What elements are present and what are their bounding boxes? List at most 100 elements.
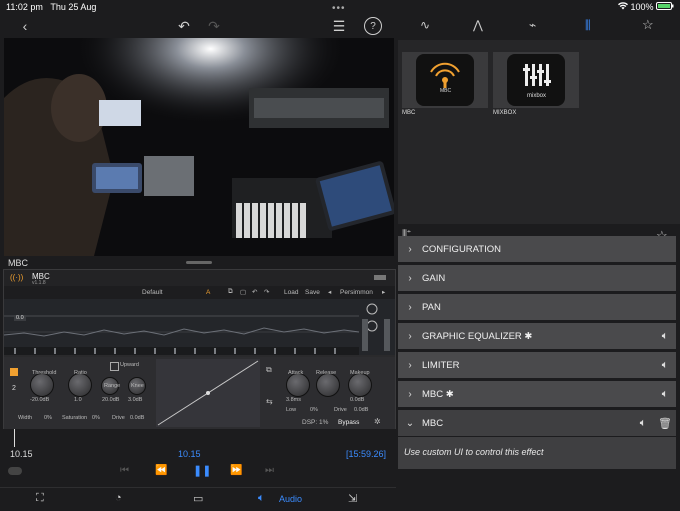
redo-icon[interactable]: ↷ (204, 17, 224, 35)
width-value: 0% (44, 415, 52, 421)
chevron-right-icon: › (408, 388, 412, 400)
speaker-icon[interactable]: 🔈︎ (654, 388, 676, 401)
favorites-tab-icon[interactable]: ☆ (642, 17, 654, 33)
copy-icon[interactable]: ⧉ (228, 288, 233, 296)
link-icon[interactable]: ⧉ (266, 365, 272, 375)
resize-handle[interactable] (186, 261, 212, 264)
brand-label: Persimmon (340, 289, 373, 296)
spectrum-svg (3, 299, 395, 355)
multitask-dots[interactable]: ••• (332, 3, 346, 14)
threshold-label: Threshold (32, 370, 57, 376)
studio-photo (4, 38, 394, 256)
audio-icon[interactable]: 🔈︎ (258, 492, 265, 505)
low-value: 0% (310, 407, 318, 413)
loop-toggle[interactable] (8, 467, 22, 475)
plugin-caption-mixbox: MIXBOX (493, 110, 517, 116)
forward-icon[interactable]: ⏩ (230, 465, 242, 476)
makeup-knob[interactable] (348, 373, 372, 397)
preset-a-button[interactable]: A (206, 289, 210, 296)
skip-start-icon[interactable]: ⏮ (120, 465, 129, 476)
effect-row-label: CONFIGURATION (422, 243, 501, 255)
save-button[interactable]: Save (305, 289, 320, 296)
gain-value[interactable]: 0.0 (14, 315, 26, 321)
effects-tab-icon[interactable]: ⫼ (585, 18, 591, 33)
effect-row-mbc-1[interactable]: › MBC ✱ 🔈︎ (398, 381, 676, 407)
settings-icon[interactable]: ✲ (374, 417, 381, 426)
spectrum-graph[interactable]: 0.0 (3, 299, 395, 355)
time-center: 10.15 (178, 449, 201, 459)
speed-icon[interactable]: ◔ (115, 492, 122, 504)
fullscreen-icon[interactable]: ⛶ (36, 492, 44, 505)
envelope-tab-icon[interactable]: ⌁ (529, 18, 536, 32)
swap-icon[interactable]: ⇆ (266, 397, 273, 406)
effect-row-mbc-2[interactable]: ⌄ MBC 🔈︎ 🗑︎ (398, 410, 676, 436)
paste-icon[interactable]: ▢ (240, 288, 246, 296)
makeup-label: Makeup (350, 370, 370, 376)
band-controls: 2 Upward Threshold -20.0dB Ratio 1.0 Ran… (4, 357, 395, 430)
effect-row-configuration[interactable]: › CONFIGURATION (398, 236, 676, 262)
plugin-tile-mbc[interactable]: MBC (402, 52, 488, 108)
plugin-label: MBC (8, 258, 28, 268)
effect-row-limiter[interactable]: › LIMITER 🔈︎ (398, 352, 676, 378)
effect-row-graphic-equalizer[interactable]: › GRAPHIC EQUALIZER ✱ 🔈︎ (398, 323, 676, 349)
undo-small-icon[interactable]: ↶ (252, 288, 257, 296)
effect-row-pan[interactable]: › PAN (398, 294, 676, 320)
effect-row-label: PAN (422, 301, 441, 313)
battery-percent: 100% (630, 2, 654, 12)
load-button[interactable]: Load (284, 289, 298, 296)
low-label: Low (286, 407, 297, 413)
speaker-icon[interactable]: 🔈︎ (632, 417, 654, 430)
effect-row-label: LIMITER (422, 359, 460, 371)
upward-checkbox[interactable] (110, 362, 119, 371)
time-right: [15:59.26] (346, 449, 387, 459)
threshold-knob[interactable] (30, 373, 54, 397)
mbc-logo-icon: ((·)) (10, 273, 24, 282)
help-icon[interactable]: ? (364, 17, 382, 35)
makeup-value: 0.0dB (350, 397, 365, 403)
chevron-right-icon: › (408, 243, 412, 255)
list-icon[interactable]: ☰ (330, 17, 348, 35)
release-knob[interactable] (316, 373, 340, 397)
effect-row-label: MBC (422, 417, 444, 429)
drive2-label: Drive (334, 407, 347, 413)
pause-icon[interactable]: ❚❚ (193, 464, 211, 477)
transfer-curve[interactable] (156, 359, 260, 427)
trash-icon[interactable]: 🗑︎ (654, 417, 676, 430)
transport: 10.15 10.15 [15:59.26] ⏮ ⏪ ❚❚ ⏩ ⏭ (0, 429, 396, 487)
audio-tab-label[interactable]: Audio (279, 494, 302, 504)
release-label: Release (316, 370, 337, 376)
redo-small-icon[interactable]: ↷ (264, 288, 269, 296)
attack-knob[interactable] (286, 373, 310, 397)
band-solo-icon[interactable] (10, 368, 18, 376)
effects-tabbar: ∿ ⋀ ⌁ ⫼ ☆ (398, 14, 680, 38)
speaker-icon[interactable]: 🔈︎ (654, 330, 676, 343)
width-label: Width (18, 415, 33, 421)
rewind-icon[interactable]: ⏪ (155, 465, 167, 476)
prev-preset-icon[interactable]: ◂ (328, 288, 331, 296)
next-preset-icon[interactable]: ▸ (382, 288, 385, 296)
plugin-header: ((·)) MBC v1.1.8 (4, 270, 395, 286)
video-preview[interactable] (4, 38, 394, 256)
effect-row-label: GAIN (422, 272, 446, 284)
plugin-caption-mbc: MBC (402, 110, 416, 116)
undo-icon[interactable]: ↶ (174, 17, 194, 35)
saturation-value: 0% (92, 415, 100, 421)
bypass-button[interactable]: Bypass (338, 419, 359, 426)
mountains-tab-icon[interactable]: ⋀ (473, 18, 483, 32)
plugin-menu-icon[interactable] (374, 275, 386, 280)
custom-ui-note: Use custom UI to control this effect (404, 447, 544, 457)
preset-name[interactable]: Default (142, 289, 163, 296)
speaker-icon[interactable]: 🔈︎ (654, 359, 676, 372)
video-icon[interactable]: ▭ (193, 492, 203, 505)
plugin-picker: MBC MBC MIXBOX MIXBOX (398, 40, 680, 224)
back-icon[interactable]: ‹ (16, 17, 34, 35)
waveform-tab-icon[interactable]: ∿ (420, 18, 430, 32)
mbc-icon-text: MBC (440, 88, 452, 94)
ratio-knob[interactable] (68, 373, 92, 397)
effect-row-gain[interactable]: › GAIN (398, 265, 676, 291)
skip-end-icon[interactable]: ⏭ (265, 465, 274, 476)
export-icon[interactable]: ⇲ (348, 492, 357, 505)
playhead[interactable] (14, 429, 15, 447)
effects-panel: ∿ ⋀ ⌁ ⫼ ☆ MBC MBC MIXBOX MIXBOX ⫼⁺ ☆ › C… (398, 14, 680, 510)
plugin-tile-mixbox[interactable]: MIXBOX (493, 52, 579, 108)
